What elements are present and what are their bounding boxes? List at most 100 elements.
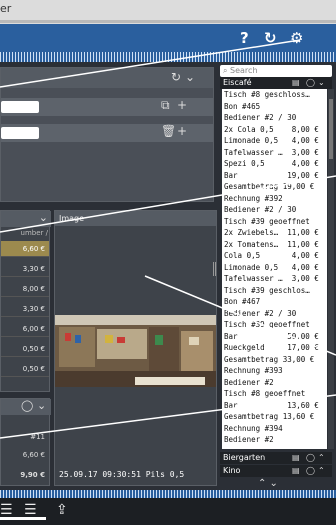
share-icon[interactable]: ⇪	[56, 502, 68, 518]
menu-icon[interactable]: ☰	[0, 502, 13, 518]
list-item[interactable]: 0,50 €	[1, 361, 49, 377]
ticket-line: Tisch #8 geoeffnet	[224, 389, 306, 398]
ticket-line: Bon #467	[224, 297, 261, 306]
chat-icon[interactable]: ◯	[306, 452, 315, 464]
ticket-line: 2x Cola 0,5 8,00 €	[224, 124, 319, 134]
ticket-line: Tafelwasser … 3,00 €	[224, 274, 319, 283]
ticket-line: Spezi 0,5 4,00 €	[224, 159, 319, 168]
summary-panel: ◯ ⌄ #11 6,60 € 9,90 €	[0, 398, 51, 486]
list-icon[interactable]: ☰	[24, 502, 37, 518]
ticket-line: Rueckgeld 17,00 €	[224, 343, 319, 352]
list-item[interactable]: 0,50 €	[1, 341, 49, 357]
refresh-icon[interactable]: ↻	[264, 29, 277, 47]
edit-panel: ↻ ⌄ ⧉ + 🗑 +	[0, 67, 214, 202]
ticket-line: Tisch #39 geoeffnet	[224, 216, 310, 226]
ticket-line: Rechnung #393	[224, 366, 283, 375]
edit-row-1: ⧉ +	[1, 98, 213, 116]
panel-splitter[interactable]	[213, 262, 217, 276]
ticket-line: Limonade 0,5 4,00 €	[224, 136, 319, 145]
list-item[interactable]: 3,30 €	[1, 261, 49, 277]
text-field[interactable]	[1, 127, 39, 139]
shop-photo-icon	[55, 315, 216, 387]
section-label: Eiscafé	[223, 78, 252, 87]
copy-icon[interactable]: ⧉	[161, 98, 170, 113]
chevron-down-icon[interactable]: ⌄	[39, 211, 48, 224]
edit-row-2: 🗑 +	[1, 124, 213, 142]
ticket-line: Bar 19,00 €	[224, 170, 319, 180]
ticket-line: Tisch #8 geschloss…	[224, 90, 310, 99]
edit-panel-toolbar: ↻ ⌄	[1, 68, 213, 88]
receipt-icon[interactable]: ▤	[292, 77, 300, 89]
section-label: Kino	[223, 466, 241, 475]
help-icon[interactable]: ?	[240, 29, 249, 47]
refresh-icon[interactable]: ↻	[171, 70, 181, 84]
sidebar: ⌕ Search Eiscafé ▤ ◯ ⌄ Tisch #8 geschlos…	[218, 62, 336, 490]
ticket-line: Bediener #2 / 30	[224, 113, 297, 122]
search-placeholder: Search	[230, 66, 258, 75]
ticket-line: Bediener #2	[224, 435, 274, 444]
chevron-up-icon[interactable]: ⌃	[318, 452, 325, 464]
search-icon: ⌕	[223, 66, 231, 75]
ticket-line: Limonade 0,5 4,00 €	[224, 262, 319, 272]
add-icon[interactable]: +	[177, 124, 187, 138]
ticket-line: Rechnung #392	[224, 193, 283, 203]
ticket-line: Bon #465	[224, 101, 261, 111]
text-field[interactable]	[1, 101, 39, 113]
ticket-line: Bediener #2	[224, 377, 274, 387]
chevron-down-icon[interactable]: ⌄	[37, 399, 46, 412]
summary-amount: 6,60 €	[22, 451, 45, 459]
scroll-thumb[interactable]	[329, 99, 333, 159]
window-title: er	[0, 2, 12, 15]
chat-icon[interactable]: ◯	[21, 399, 33, 412]
app-header: ? ↻ ⚙	[0, 24, 336, 52]
image-panel-title: Image	[55, 211, 216, 226]
app-root: er ? ↻ ⚙ ↻ ⌄ ⧉ + 🗑 + ⌄ umber / Value 6,6…	[0, 0, 336, 525]
chevron-up-icon[interactable]: ⌃	[318, 465, 325, 477]
title-bar: er	[0, 0, 336, 24]
receipt-icon[interactable]: ▤	[292, 452, 300, 464]
list-item[interactable]: 3,30 €	[1, 301, 49, 317]
search-input[interactable]: ⌕ Search	[220, 65, 332, 77]
chevron-down-icon[interactable]: ⌄	[185, 70, 195, 84]
items-panel-header: ⌄	[1, 211, 51, 227]
ticket-line: Bediener #2 / 30	[224, 308, 297, 318]
items-panel: ⌄ umber / Value 6,60 € 3,30 € 8,00 € 3,3…	[0, 210, 51, 392]
settings-icon[interactable]: ⚙	[290, 29, 303, 47]
trash-icon[interactable]: 🗑	[161, 124, 176, 138]
section-label: Biergarten	[223, 453, 266, 462]
list-item[interactable]: 8,00 €	[1, 281, 49, 297]
ticket-line: 2x Zwiebels… 11,00 €	[224, 228, 319, 237]
section-biergarten[interactable]: Biergarten ▤ ◯ ⌃	[220, 452, 332, 464]
ticket-line: Tisch #39 geoeffnet	[224, 320, 310, 329]
ticket-line: Tisch #39 geschlos…	[224, 285, 310, 295]
ticket-line: Bar 13,60 €	[224, 400, 319, 410]
ticket-scrollbar[interactable]	[328, 89, 334, 449]
add-icon[interactable]: +	[177, 98, 187, 112]
summary-panel-header: ◯ ⌄	[1, 399, 51, 415]
chat-icon[interactable]: ◯	[306, 465, 315, 477]
ticket-line: Rechnung #394	[224, 423, 283, 433]
image-panel: Image 25.09.17 09:30:51 Pils 0,5	[54, 210, 217, 486]
ticket-line: Bar 50,00 €	[224, 331, 319, 341]
summary-total: 9,90 €	[20, 471, 45, 479]
receipt-icon[interactable]: ▤	[292, 465, 300, 477]
section-kino[interactable]: Kino ▤ ◯ ⌃	[220, 465, 332, 477]
ticket-line: Bediener #2 / 30	[224, 205, 297, 214]
ticket-line: Gesamtbetrag 33,00 €	[224, 354, 315, 364]
header-ruler	[0, 52, 336, 62]
section-nav-arrows[interactable]: ⌃ ⌄	[258, 478, 278, 489]
camera-image	[55, 315, 216, 387]
chevron-down-icon[interactable]: ⌄	[318, 77, 325, 89]
list-item[interactable]: 6,00 €	[1, 321, 49, 337]
list-item[interactable]: 6,60 €	[1, 241, 49, 257]
section-eiscafe[interactable]: Eiscafé ▤ ◯ ⌄	[220, 77, 332, 89]
chat-icon[interactable]: ◯	[306, 77, 315, 89]
ticket-line: Gesamtbetrag 19,00 €	[224, 182, 315, 191]
ticket-line: Gesamtbetrag 13,60 €	[224, 412, 315, 421]
ticket-line: Tafelwasser … 3,00 €	[224, 147, 319, 157]
image-caption: 25.09.17 09:30:51 Pils 0,5	[59, 470, 185, 479]
title-divider	[0, 20, 336, 23]
ticket-line: Cola 0,5 4,00 €	[224, 251, 319, 260]
bottom-toolbar: ☰ ☰ ⇪	[0, 498, 336, 525]
ticket-line: 2x Tomatens… 11,00 €	[224, 239, 319, 249]
